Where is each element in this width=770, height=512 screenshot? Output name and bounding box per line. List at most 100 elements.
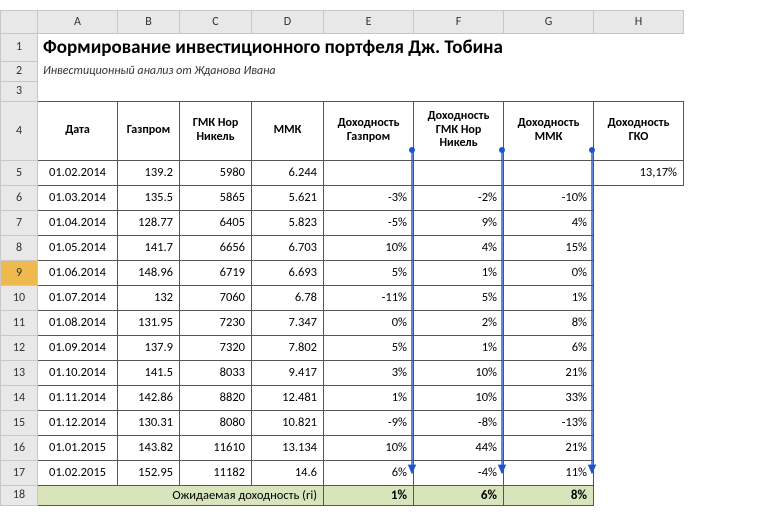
cell-ret-gazprom[interactable]: 10% (324, 435, 414, 460)
cell-mmk[interactable]: 6.244 (252, 160, 324, 185)
cell-gazprom[interactable]: 130.31 (118, 410, 180, 435)
col-header[interactable]: G (504, 11, 594, 34)
cell-mmk[interactable]: 6.78 (252, 285, 324, 310)
cell-gazprom[interactable]: 132 (118, 285, 180, 310)
cell-mmk[interactable]: 5.823 (252, 210, 324, 235)
row-header[interactable]: 7 (1, 210, 38, 235)
row-header[interactable]: 17 (1, 460, 38, 485)
row-header[interactable]: 13 (1, 360, 38, 385)
cell-mmk[interactable]: 6.693 (252, 260, 324, 285)
cell-mmk[interactable]: 7.802 (252, 335, 324, 360)
cell-gazprom[interactable]: 137.9 (118, 335, 180, 360)
cell-ret-mmk[interactable]: 21% (504, 435, 594, 460)
empty-cell[interactable] (594, 210, 684, 235)
cell-ret-gmk[interactable]: 5% (414, 285, 504, 310)
cell-gazprom[interactable]: 128.77 (118, 210, 180, 235)
cell-ret-mmk[interactable]: 0% (504, 260, 594, 285)
cell-ret-gmk[interactable]: -2% (414, 185, 504, 210)
row-header[interactable]: 3 (1, 81, 38, 101)
cell-gazprom[interactable]: 135.5 (118, 185, 180, 210)
cell-gmk[interactable]: 6656 (180, 235, 252, 260)
empty-cell[interactable] (594, 385, 684, 410)
empty-cell[interactable] (594, 185, 684, 210)
empty-cell[interactable] (594, 335, 684, 360)
cell-mmk[interactable]: 7.347 (252, 310, 324, 335)
col-header[interactable]: E (324, 11, 414, 34)
select-all-corner[interactable] (1, 11, 38, 34)
cell-ret-mmk[interactable]: 1% (504, 285, 594, 310)
grid[interactable]: A B C D E F G H 1 Формирование инвестици… (0, 10, 684, 506)
cell-ret-gmk[interactable]: 44% (414, 435, 504, 460)
cell-ret-mmk[interactable]: -13% (504, 410, 594, 435)
empty-cell[interactable] (594, 435, 684, 460)
cell-date[interactable]: 01.11.2014 (38, 385, 118, 410)
row-header[interactable]: 2 (1, 61, 38, 81)
cell-mmk[interactable]: 13.134 (252, 435, 324, 460)
cell-gmk[interactable]: 6405 (180, 210, 252, 235)
row-header[interactable]: 10 (1, 285, 38, 310)
cell-date[interactable]: 01.04.2014 (38, 210, 118, 235)
cell-ret-mmk[interactable]: 11% (504, 460, 594, 485)
cell-date[interactable]: 01.05.2014 (38, 235, 118, 260)
cell-ret-mmk[interactable]: -10% (504, 185, 594, 210)
cell-mmk[interactable]: 5.621 (252, 185, 324, 210)
cell-ret-gmk[interactable]: 9% (414, 210, 504, 235)
cell-mmk[interactable]: 10.821 (252, 410, 324, 435)
cell-mmk[interactable]: 14.6 (252, 460, 324, 485)
cell-gmk[interactable]: 11182 (180, 460, 252, 485)
cell-ret-mmk[interactable]: 8% (504, 310, 594, 335)
empty-cell[interactable] (594, 410, 684, 435)
cell-gmk[interactable]: 5980 (180, 160, 252, 185)
empty-cell[interactable] (594, 460, 684, 485)
cell-gazprom[interactable]: 139.2 (118, 160, 180, 185)
cell-gazprom[interactable]: 131.95 (118, 310, 180, 335)
row-header[interactable]: 4 (1, 101, 38, 160)
cell-date[interactable]: 01.03.2014 (38, 185, 118, 210)
cell-ret-gazprom[interactable]: -3% (324, 185, 414, 210)
row-header[interactable]: 14 (1, 385, 38, 410)
empty-cell[interactable] (594, 285, 684, 310)
cell-gazprom[interactable]: 142.86 (118, 385, 180, 410)
row-header[interactable]: 8 (1, 235, 38, 260)
row-header[interactable]: 12 (1, 335, 38, 360)
cell-ret-gmk[interactable]: 10% (414, 360, 504, 385)
cell-ret-mmk[interactable]: 33% (504, 385, 594, 410)
row-header[interactable]: 5 (1, 160, 38, 185)
col-header[interactable]: D (252, 11, 324, 34)
cell-gazprom[interactable]: 143.82 (118, 435, 180, 460)
cell-ret-gmk[interactable]: 2% (414, 310, 504, 335)
empty-cell[interactable] (594, 260, 684, 285)
cell-ret-gazprom[interactable]: -5% (324, 210, 414, 235)
row-header[interactable]: 6 (1, 185, 38, 210)
cell-date[interactable]: 01.06.2014 (38, 260, 118, 285)
row-header[interactable]: 15 (1, 410, 38, 435)
cell-ret-mmk[interactable]: 6% (504, 335, 594, 360)
cell-date[interactable]: 01.07.2014 (38, 285, 118, 310)
cell-gazprom[interactable]: 141.7 (118, 235, 180, 260)
cell-date[interactable]: 01.08.2014 (38, 310, 118, 335)
cell-ret-gazprom[interactable] (324, 160, 414, 185)
cell-date[interactable]: 01.12.2014 (38, 410, 118, 435)
cell-gmk[interactable]: 7060 (180, 285, 252, 310)
cell-gmk[interactable]: 8080 (180, 410, 252, 435)
cell-ret-gmk[interactable]: 1% (414, 335, 504, 360)
cell-ret-gazprom[interactable]: 0% (324, 310, 414, 335)
cell-ret-mmk[interactable]: 4% (504, 210, 594, 235)
cell-gmk[interactable]: 8033 (180, 360, 252, 385)
col-header[interactable]: A (38, 11, 118, 34)
cell-date[interactable]: 01.10.2014 (38, 360, 118, 385)
cell-gmk[interactable]: 7230 (180, 310, 252, 335)
cell-mmk[interactable]: 9.417 (252, 360, 324, 385)
cell-ret-mmk[interactable]: 21% (504, 360, 594, 385)
cell-gmk[interactable]: 6719 (180, 260, 252, 285)
cell-ret-gmk[interactable] (414, 160, 504, 185)
empty-cell[interactable] (594, 235, 684, 260)
cell-date[interactable]: 01.01.2015 (38, 435, 118, 460)
cell-date[interactable]: 01.02.2014 (38, 160, 118, 185)
cell-mmk[interactable]: 6.703 (252, 235, 324, 260)
cell-ret-gazprom[interactable]: 5% (324, 335, 414, 360)
empty-cell[interactable] (594, 360, 684, 385)
cell-ret-gmk[interactable]: 4% (414, 235, 504, 260)
cell-ret-gmk[interactable]: -8% (414, 410, 504, 435)
cell-gmk[interactable]: 8820 (180, 385, 252, 410)
